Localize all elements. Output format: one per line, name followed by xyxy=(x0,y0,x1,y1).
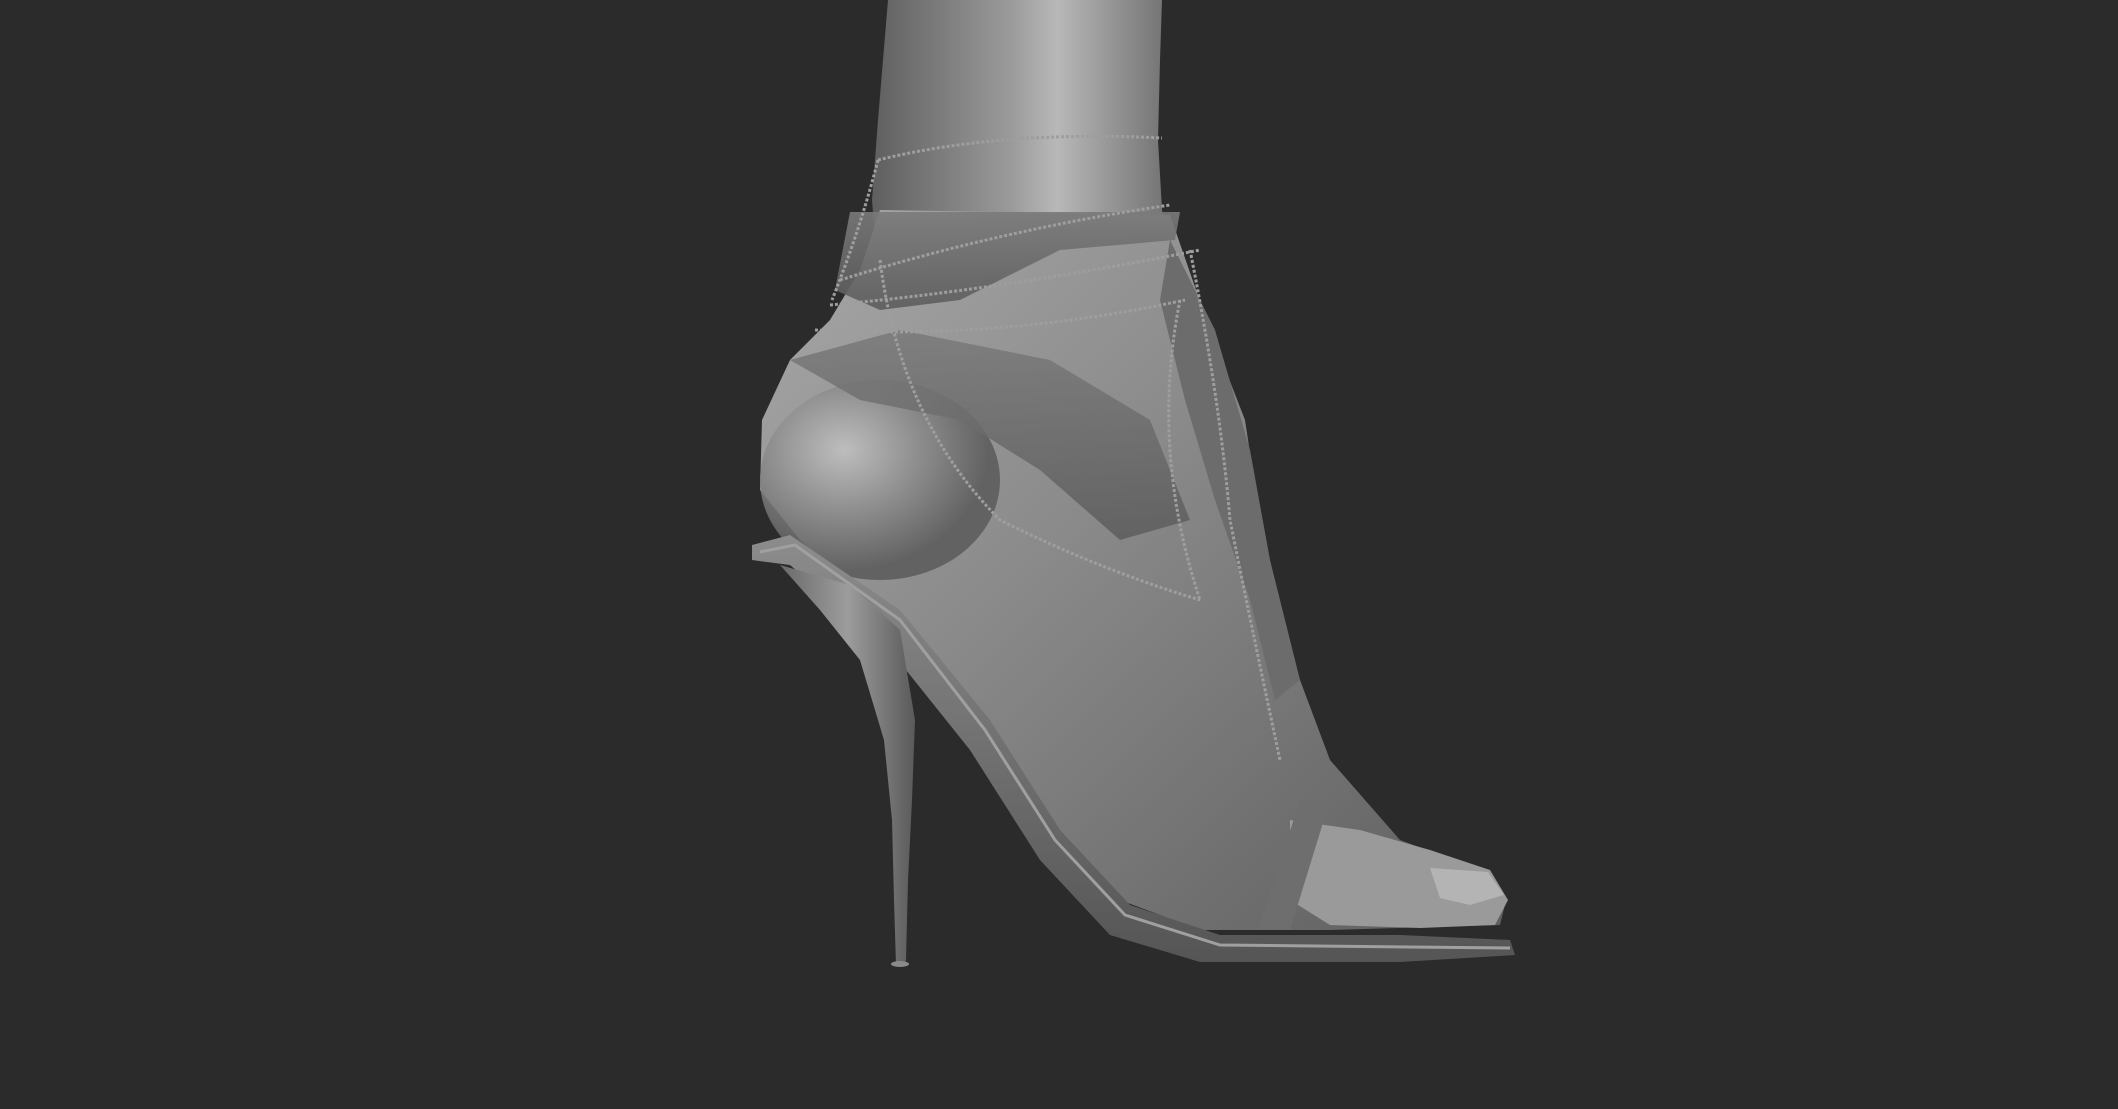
sculpt-render xyxy=(752,0,1515,967)
render-viewport xyxy=(0,0,2118,1109)
heel-tip xyxy=(891,961,909,967)
